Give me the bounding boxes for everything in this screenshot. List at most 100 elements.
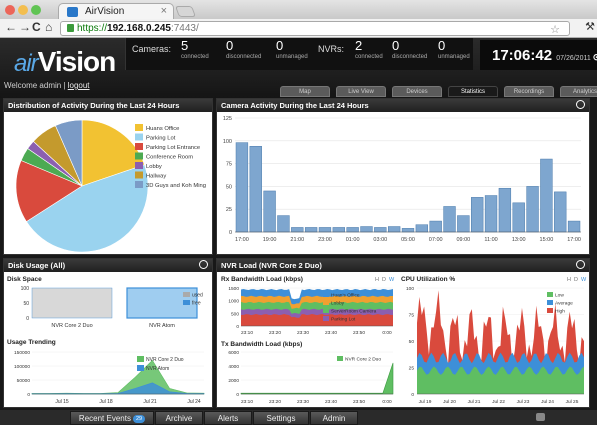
bottom-tab-label: Archive — [165, 414, 193, 423]
trend-legend-swatch-nvr-core-2-duo — [137, 356, 144, 362]
rx-range-d[interactable]: D — [382, 277, 386, 283]
legend-label-hallway: Hallway — [146, 174, 166, 180]
x-tick-label: 09:00 — [456, 237, 470, 243]
y-tick-label: 75 — [226, 162, 232, 168]
reload-icon[interactable]: C — [32, 20, 41, 34]
disk-y-tick: 100 — [21, 286, 30, 292]
legend-swatch-huans-office — [135, 124, 143, 131]
tx-title: Tx Bandwidth Load (kbps) — [221, 341, 302, 348]
cpu-y-tick: 75 — [409, 313, 415, 319]
zoom-window-button[interactable] — [31, 5, 41, 15]
activity-bar-19-00 — [263, 190, 276, 233]
disk-usage-charts: Disk Space 0 50 100 NVR Core 2 Duo NVR Atom us… — [7, 276, 205, 405]
logo-prefix: air — [14, 50, 39, 77]
disk-usage-settings-icon[interactable] — [199, 260, 208, 269]
url-host: 192.168.0.245 — [107, 23, 171, 34]
clock-settings-icon[interactable]: ⊙ — [593, 52, 597, 62]
collapse-toolbar-icon[interactable] — [536, 413, 545, 421]
cpu-range-w[interactable]: W — [581, 277, 587, 283]
logout-link[interactable]: logout — [68, 81, 90, 90]
y-tick-label: 100 — [223, 139, 232, 145]
trend-x-tick: Jul 21 — [143, 399, 157, 405]
rx-area-band — [241, 314, 393, 326]
rx-range-h[interactable]: H — [375, 277, 379, 283]
bottom-tab-archive[interactable]: Archive — [155, 411, 203, 425]
trend-y-tick: 100000 — [14, 364, 30, 370]
nvrs-disconnected-count[interactable]: 0 — [392, 38, 399, 53]
disk-y-tick: 0 — [26, 316, 29, 322]
activity-bar-23-00 — [318, 227, 332, 233]
tab-statistics[interactable]: Statistics — [448, 86, 498, 97]
bottom-toolbar: Recent Events 29 Archive Alerts Settings Admi… — [0, 410, 597, 425]
nvrs-connected-label: connected — [355, 54, 383, 60]
statistics-content: Distribution of Activity During the Last… — [0, 98, 597, 410]
activity-bar-03-00 — [374, 227, 387, 233]
cpu-y-tick: 100 — [406, 286, 414, 292]
rx-x-tick: 23:50 — [353, 330, 365, 336]
activity-bar-09-00 — [457, 215, 470, 233]
disk-usage-title-text: Disk Usage (All) — [8, 261, 66, 270]
cpu-legend-label-average: Average — [555, 301, 573, 307]
app-header: airVision Welcome admin | logout Cameras… — [0, 38, 597, 98]
activity-bar-06-00 — [415, 224, 429, 233]
browser-tab-strip: AirVision × — [0, 0, 597, 19]
camera-activity-panel: Camera Activity During the Last 24 Hours… — [216, 98, 590, 255]
address-bar[interactable]: https://192.168.0.245:7443/ ☆ — [60, 21, 570, 36]
legend-swatch-hallway — [135, 171, 143, 179]
legend-label-huans-office: Huans Office — [146, 126, 179, 132]
tx-y-tick: 2000 — [228, 378, 239, 384]
bottom-tab-settings[interactable]: Settings — [253, 411, 309, 425]
new-tab-button[interactable] — [174, 6, 197, 17]
activity-bar-05-00 — [401, 228, 415, 233]
rx-x-tick: 23:40 — [325, 330, 337, 336]
bottom-tab-label: Admin — [322, 414, 346, 423]
tx-area-nvr-core-2-duo — [240, 362, 394, 395]
close-window-button[interactable] — [5, 5, 15, 15]
rx-legend-label-parking-lot: Parking Lot — [331, 317, 356, 323]
disk-y-tick: 50 — [23, 301, 29, 307]
legend-swatch-free — [183, 300, 190, 305]
wrench-icon[interactable]: ⚒ — [585, 20, 595, 33]
tab-devices[interactable]: Devices — [392, 86, 442, 97]
home-icon[interactable]: ⌂ — [45, 20, 52, 34]
event-count-badge: 29 — [132, 415, 146, 423]
cameras-disconnected-count[interactable]: 0 — [226, 38, 233, 53]
camera-activity-settings-icon[interactable] — [576, 100, 585, 109]
activity-bar-04-00 — [387, 226, 401, 233]
browser-tab[interactable]: AirVision × — [58, 3, 174, 19]
disk-usage-panel: Disk Usage (All) Disk Space 0 50 100 NVR Cor… — [3, 258, 213, 408]
rx-x-tick: 23:30 — [297, 330, 309, 336]
nvrs-unmanaged-count[interactable]: 0 — [438, 38, 445, 53]
y-tick-label: 25 — [226, 207, 232, 213]
tab-map[interactable]: Map — [280, 86, 330, 97]
rx-range-w[interactable]: W — [389, 277, 395, 283]
bottom-tab-recent-events[interactable]: Recent Events 29 — [70, 411, 154, 425]
trend-y-tick: 0 — [27, 392, 30, 398]
legend-swatch-parking-lot-entrance — [135, 143, 143, 150]
tx-x-tick: 23:20 — [269, 399, 281, 405]
bottom-tab-admin[interactable]: Admin — [310, 411, 358, 425]
cameras-unmanaged-count[interactable]: 0 — [276, 38, 283, 53]
tx-x-tick: 0:00 — [382, 399, 392, 405]
x-tick-label: 23:00 — [318, 237, 332, 243]
forward-arrow-icon[interactable]: → — [19, 20, 31, 34]
tab-recordings[interactable]: Recordings — [504, 86, 554, 97]
cameras-connected-count[interactable]: 5 — [181, 38, 188, 53]
nvrs-connected-count[interactable]: 2 — [355, 38, 362, 53]
tab-live-view[interactable]: Live View — [336, 86, 386, 97]
cpu-range-d[interactable]: D — [574, 277, 578, 283]
tab-analytics[interactable]: Analytics — [560, 86, 597, 97]
nvr-load-settings-icon[interactable] — [576, 260, 585, 269]
back-arrow-icon[interactable]: ← — [5, 20, 17, 34]
bottom-tab-alerts[interactable]: Alerts — [204, 411, 252, 425]
activity-bar-14-00 — [526, 186, 539, 233]
rx-x-tick: 23:10 — [241, 330, 253, 336]
disk-x-label-nvr-atom: NVR Atom — [149, 323, 175, 329]
cpu-range-h[interactable]: H — [567, 277, 571, 283]
bookmark-star-icon[interactable]: ☆ — [550, 23, 560, 36]
x-tick-label: 11:00 — [484, 237, 497, 243]
minimize-window-button[interactable] — [18, 5, 28, 15]
activity-bar-17-00 — [235, 142, 249, 233]
activity-bar-21-00 — [291, 227, 304, 233]
close-tab-icon[interactable]: × — [161, 5, 167, 17]
